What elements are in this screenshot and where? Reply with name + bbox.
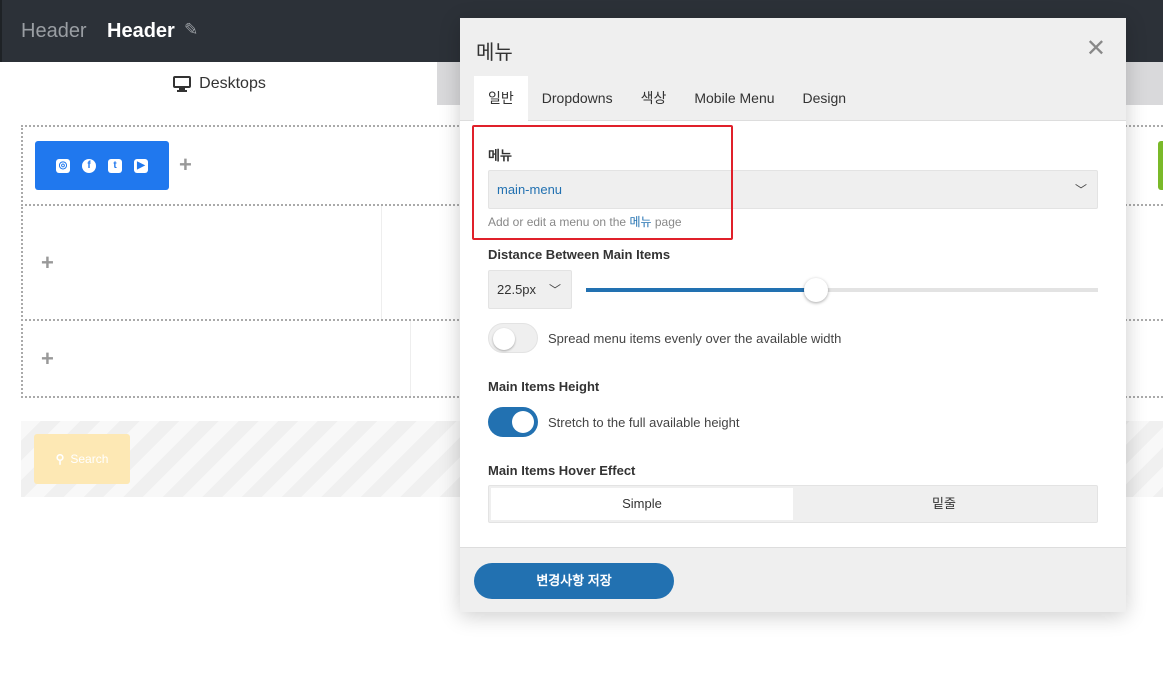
modal-title: 메뉴: [476, 42, 513, 64]
spread-toggle[interactable]: [488, 323, 538, 353]
hover-effect-selector: Simple 밑줄: [488, 485, 1098, 523]
twitter-icon: t: [108, 158, 122, 173]
chevron-down-icon: ﹀: [548, 283, 561, 297]
highlight-box: [472, 125, 733, 240]
chevron-down-icon: ﹀: [1074, 183, 1087, 197]
save-changes-button[interactable]: 변경사항 저장: [474, 563, 674, 599]
menu-settings-modal: 메뉴 ✕ 일반 Dropdowns 색상 Mobile Menu Design …: [460, 18, 1126, 612]
tab-dropdowns[interactable]: Dropdowns: [528, 76, 627, 121]
slider-handle[interactable]: [804, 278, 829, 302]
hover-option-simple[interactable]: Simple: [491, 488, 793, 520]
add-element-button[interactable]: +: [41, 250, 54, 276]
hover-option-underline[interactable]: 밑줄: [793, 488, 1095, 520]
youtube-icon: ▶: [134, 158, 148, 173]
tab-design[interactable]: Design: [789, 76, 861, 121]
search-element[interactable]: ⚲ Search: [34, 434, 130, 484]
modal-footer: 변경사항 저장: [460, 547, 1126, 612]
add-element-button[interactable]: +: [179, 152, 192, 178]
close-icon[interactable]: ✕: [1086, 34, 1106, 63]
height-label: Main Items Height: [488, 379, 600, 394]
social-icons-element[interactable]: ◎ f t ▶: [35, 141, 169, 190]
distance-label: Distance Between Main Items: [488, 247, 671, 262]
page-title: Header: [107, 20, 175, 42]
search-icon: ⚲: [55, 452, 65, 466]
modal-tabs: 일반 Dropdowns 색상 Mobile Menu Design: [474, 76, 860, 121]
distance-slider[interactable]: [586, 278, 1098, 302]
slider-fill: [586, 288, 817, 292]
monitor-icon: [173, 75, 192, 92]
distance-value: 22.5px: [497, 282, 537, 297]
add-element-button[interactable]: +: [41, 346, 54, 372]
modal-header: 메뉴 ✕ 일반 Dropdowns 색상 Mobile Menu Design: [460, 18, 1126, 121]
tab-desktops[interactable]: Desktops: [2, 62, 437, 105]
tab-general[interactable]: 일반: [474, 76, 528, 121]
spread-label: Spread menu items evenly over the availa…: [548, 331, 842, 346]
stretch-label: Stretch to the full available height: [548, 415, 740, 430]
tab-colors[interactable]: 색상: [627, 76, 681, 121]
search-label: Search: [70, 452, 109, 466]
tab-label: Desktops: [199, 74, 266, 92]
tab-mobile-menu[interactable]: Mobile Menu: [680, 76, 788, 121]
pencil-icon[interactable]: ✎: [184, 20, 198, 40]
stretch-toggle[interactable]: [488, 407, 538, 437]
facebook-icon: f: [82, 158, 96, 173]
instagram-icon: ◎: [56, 158, 70, 173]
button-element[interactable]: [1158, 141, 1163, 190]
breadcrumb: Header: [21, 20, 87, 42]
distance-unit-select[interactable]: 22.5px ﹀: [488, 270, 572, 309]
hover-label: Main Items Hover Effect: [488, 463, 636, 478]
